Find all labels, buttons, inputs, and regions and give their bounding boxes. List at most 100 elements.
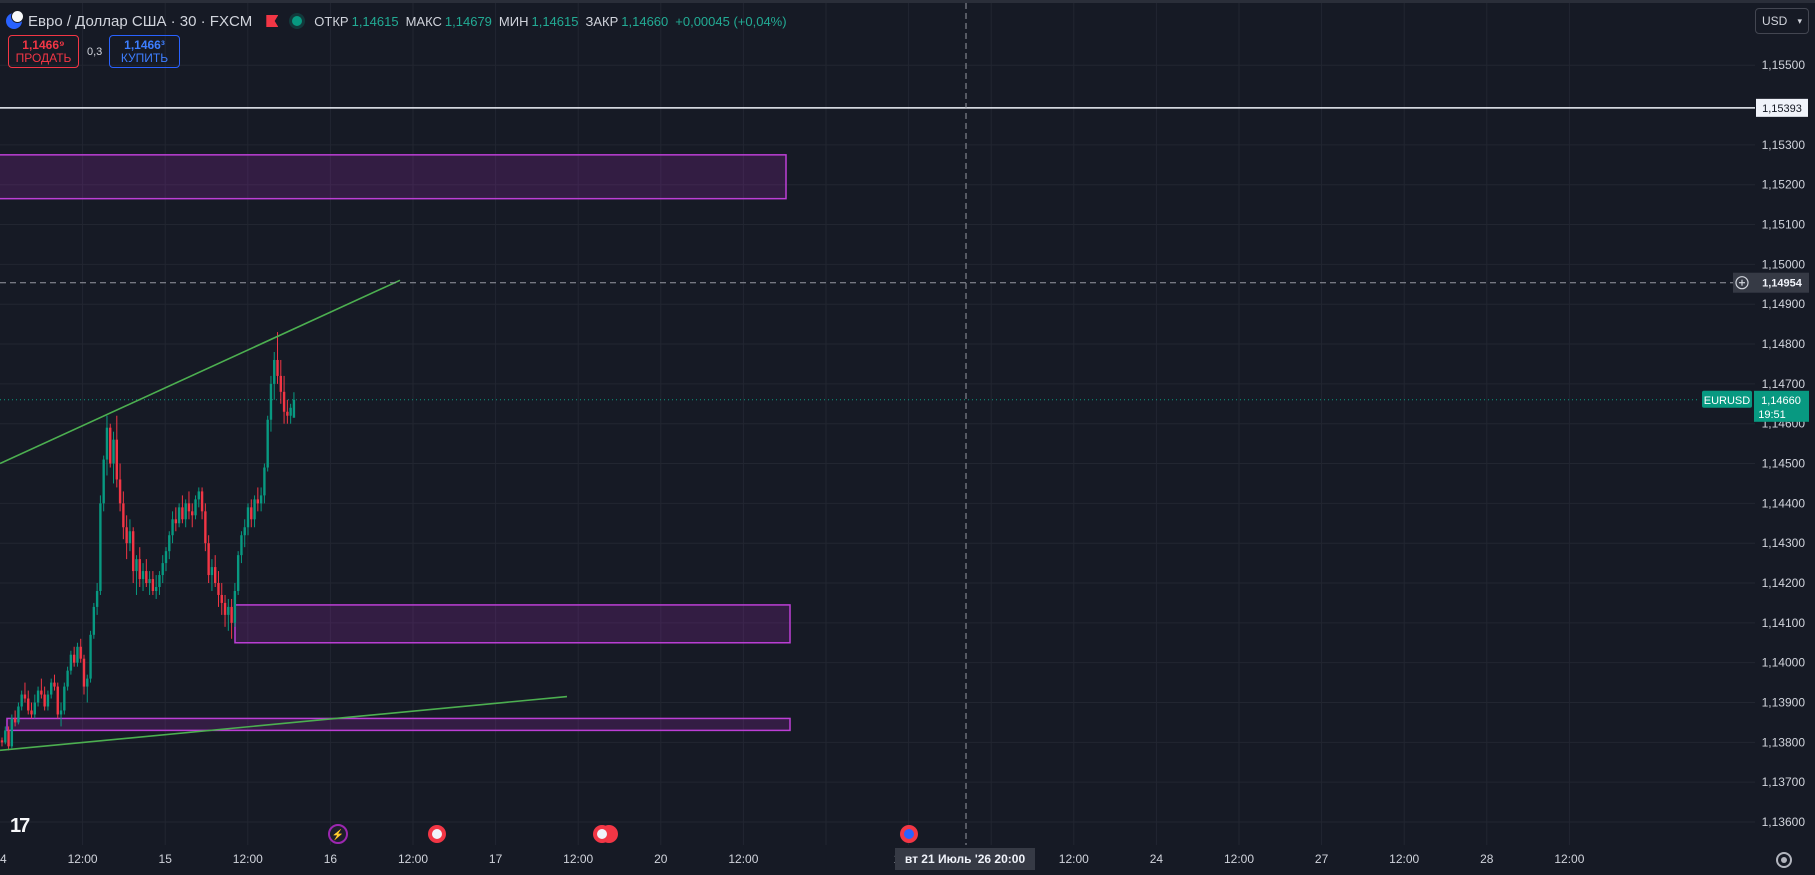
flag-icon[interactable] xyxy=(266,15,279,27)
y-tick-label: 1,13600 xyxy=(1762,815,1806,829)
candle-body xyxy=(33,702,36,715)
price-chart[interactable]: 1,13600 1,13700 1,13800 1,13900 1,14000 1,141… xyxy=(0,0,1815,875)
candle-body xyxy=(259,495,263,504)
candle-body xyxy=(27,698,30,711)
candle-body xyxy=(236,555,240,591)
x-tick-label: 24 xyxy=(1150,852,1164,866)
y-tick-label: 1,14900 xyxy=(1762,297,1806,311)
x-tick-label: 12:00 xyxy=(68,852,98,866)
buy-button[interactable]: 1,1466³ КУПИТЬ xyxy=(109,35,180,68)
symbol-title[interactable]: Евро / Доллар США · 30 · FXCM xyxy=(28,13,252,30)
candle-body xyxy=(197,491,200,500)
candle-body xyxy=(282,391,286,412)
symbol-header: Евро / Доллар США · 30 · FXCM ОТКР 1,1461… xyxy=(6,10,791,32)
candle-body xyxy=(4,730,7,743)
candle-body xyxy=(256,499,260,504)
market-open-icon xyxy=(292,16,303,26)
candle-body xyxy=(286,411,289,416)
currency-select[interactable]: USD ▾ xyxy=(1755,8,1809,34)
candle-body xyxy=(122,503,125,528)
crosshair-time-text: вт 21 Июль '26 20:00 xyxy=(905,852,1026,866)
trade-panel: 1,1466⁹ ПРОДАТЬ 0,3 1,1466³ КУПИТЬ xyxy=(8,35,180,68)
candle-body xyxy=(79,646,82,659)
candle-body xyxy=(214,567,217,584)
candle-body xyxy=(17,706,20,723)
settings-icon[interactable] xyxy=(1776,852,1792,868)
candle-body xyxy=(161,563,164,576)
ohlc-values: ОТКР 1,14615 МАКС 1,14679 МИН 1,14615 ЗАКР 1… xyxy=(314,13,787,29)
y-tick-label: 1,15100 xyxy=(1762,218,1806,232)
candle-body xyxy=(40,690,43,695)
candle-body xyxy=(279,375,282,392)
y-tick-label: 1,15000 xyxy=(1762,257,1806,271)
zone-rect xyxy=(6,717,791,732)
y-tick-label: 1,13700 xyxy=(1762,775,1806,789)
candle-body xyxy=(227,606,230,615)
candle-body xyxy=(59,710,63,715)
candle-body xyxy=(154,587,158,591)
candle-body xyxy=(194,499,197,516)
candle-body xyxy=(95,590,99,607)
x-tick-label: 12:00 xyxy=(1224,852,1254,866)
candle-body xyxy=(204,511,207,544)
buy-label: КУПИТЬ xyxy=(120,51,169,65)
candle-body xyxy=(10,718,14,747)
candle-body xyxy=(243,527,246,536)
candle-body xyxy=(148,579,151,584)
candle-body xyxy=(181,507,184,520)
candle-body xyxy=(223,602,227,615)
candle-body xyxy=(109,427,112,464)
candle-body xyxy=(43,694,46,707)
candle-body xyxy=(292,399,296,418)
y-tick-label: 1,14000 xyxy=(1762,656,1806,670)
currency-label: USD xyxy=(1762,14,1788,28)
candle-body xyxy=(233,590,237,623)
x-tick-label: 28 xyxy=(1480,852,1494,866)
candle-body xyxy=(240,535,243,556)
candle-body xyxy=(20,694,23,707)
candle-body xyxy=(250,507,253,520)
candle-body xyxy=(171,519,174,536)
y-tick-label: 1,14200 xyxy=(1762,576,1806,590)
candle-body xyxy=(99,503,102,591)
x-tick-label: 12:00 xyxy=(728,852,758,866)
candle-body xyxy=(184,503,187,520)
candle-body xyxy=(141,571,145,580)
candle-body xyxy=(118,479,122,504)
candle-body xyxy=(7,730,10,747)
tradingview-logo[interactable]: 17 xyxy=(10,815,30,838)
sell-button[interactable]: 1,1466⁹ ПРОДАТЬ xyxy=(8,35,79,68)
candle-body xyxy=(151,579,155,591)
candle-body xyxy=(207,543,210,576)
x-tick-label: 12:00 xyxy=(398,852,428,866)
candle-body xyxy=(230,606,233,623)
candle-body xyxy=(177,507,181,524)
candle-body xyxy=(269,383,273,420)
candle-body xyxy=(102,459,105,504)
candle-body xyxy=(89,634,92,679)
candle-body xyxy=(86,678,89,687)
x-tick-label: 16 xyxy=(324,852,338,866)
y-tick-label: 1,13900 xyxy=(1762,696,1806,710)
candle-body xyxy=(273,359,276,384)
us-event-icon-inner xyxy=(432,829,442,839)
y-tick-label: 1,15500 xyxy=(1762,58,1806,72)
y-tick-label: 1,14500 xyxy=(1762,457,1806,471)
countdown-text: 19:51 xyxy=(1758,409,1786,421)
candle-body xyxy=(210,567,214,576)
x-tick-label: 12:00 xyxy=(1059,852,1089,866)
candle-body xyxy=(125,527,128,544)
candle-body xyxy=(253,499,256,520)
y-tick-label: 1,14400 xyxy=(1762,496,1806,510)
candle-body xyxy=(132,531,135,572)
candle-body xyxy=(69,654,73,671)
candle-body xyxy=(72,654,76,663)
candle-body xyxy=(191,511,194,516)
spread-value: 0,3 xyxy=(87,45,103,58)
candle-body xyxy=(66,670,69,687)
candle-body xyxy=(220,594,223,603)
us-event-icon-inner xyxy=(597,829,607,839)
candle-body xyxy=(63,686,66,711)
change-value: +0,00045 (+0,04%) xyxy=(675,13,787,29)
lightning-glyph: ⚡ xyxy=(332,828,344,841)
